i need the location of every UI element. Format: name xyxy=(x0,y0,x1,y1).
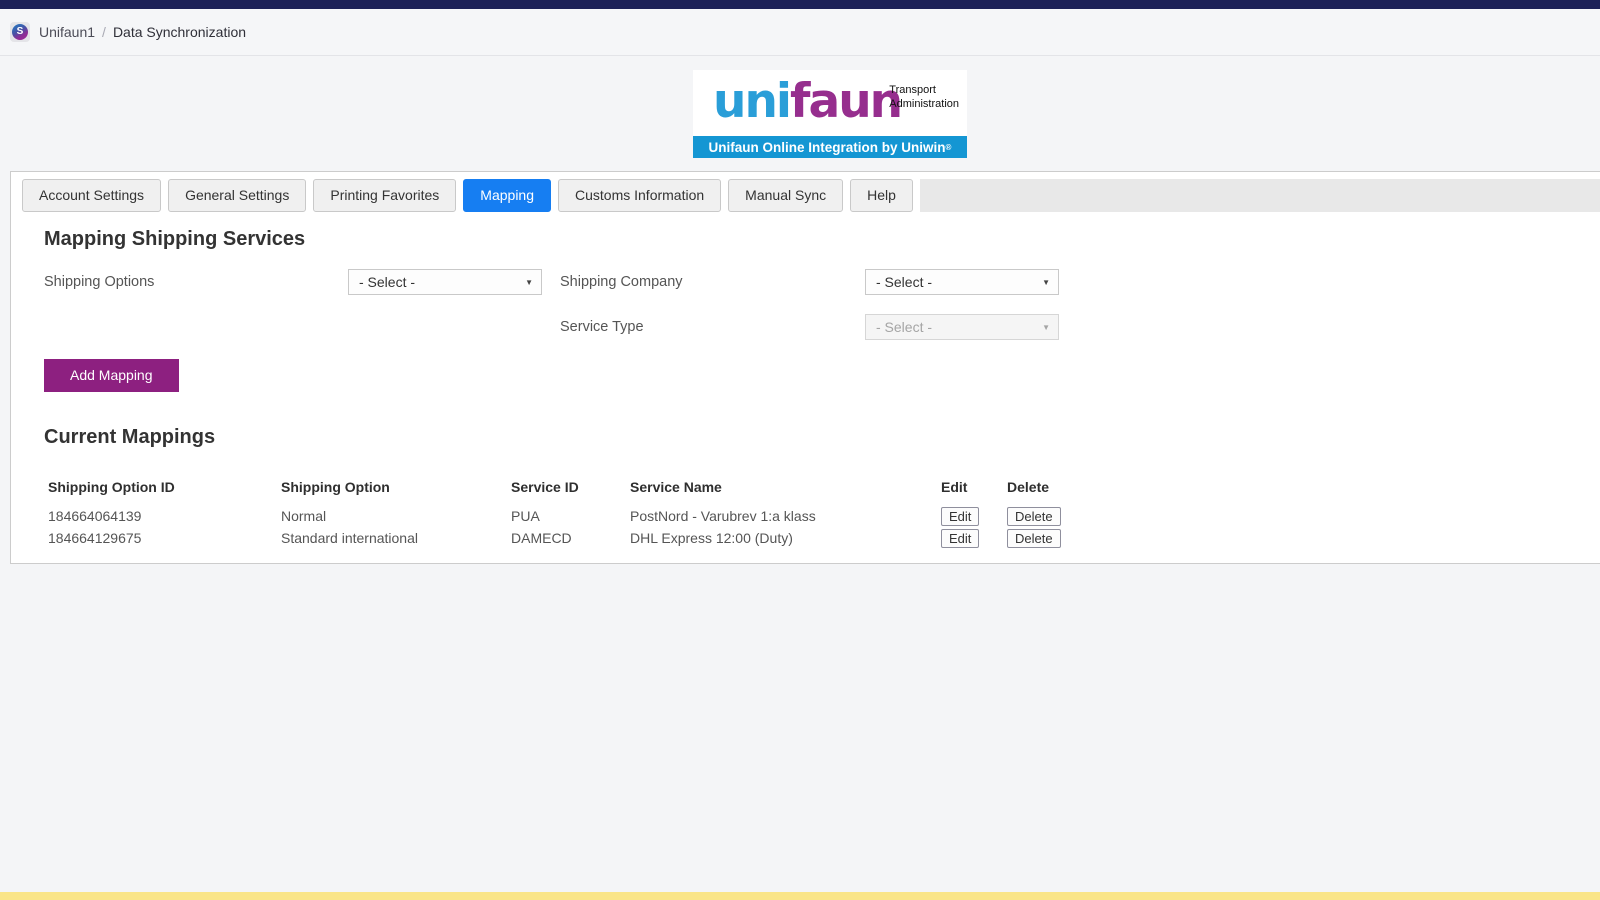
service-type-select: - Select - ▼ xyxy=(865,314,1059,340)
edit-button[interactable]: Edit xyxy=(941,506,980,526)
col-edit: Edit xyxy=(941,479,968,495)
tab-help[interactable]: Help xyxy=(850,179,913,212)
shipping-company-select[interactable]: - Select - ▼ xyxy=(865,269,1059,295)
unifaun-logo-top: unifaun Transport Administration xyxy=(693,70,967,136)
shipping-options-value: - Select - xyxy=(359,274,416,290)
cell-service-id: DAMECD xyxy=(511,530,572,546)
tab-mapping[interactable]: Mapping xyxy=(463,179,551,212)
cell-shipping-option: Standard international xyxy=(281,530,418,546)
edit-button[interactable]: Edit xyxy=(941,528,980,548)
chevron-down-icon: ▼ xyxy=(1042,277,1050,287)
footer-yellow-bar xyxy=(0,892,1600,900)
col-service-id: Service ID xyxy=(511,479,579,495)
cell-service-name: DHL Express 12:00 (Duty) xyxy=(630,530,793,546)
tab-customs-information[interactable]: Customs Information xyxy=(558,179,722,212)
page-title: Mapping Shipping Services xyxy=(44,228,306,250)
main-panel: Account Settings General Settings Printi… xyxy=(10,171,1600,564)
unifaun-logo: unifaun Transport Administration Unifaun… xyxy=(693,70,967,158)
chevron-down-icon: ▼ xyxy=(1042,322,1050,332)
cell-shipping-option-id: 184664064139 xyxy=(48,508,142,524)
service-type-label: Service Type xyxy=(560,319,644,335)
shipping-company-label: Shipping Company xyxy=(560,274,683,290)
wordmark-uni: uni xyxy=(713,74,792,129)
current-mappings-title: Current Mappings xyxy=(44,426,216,448)
cell-service-name: PostNord - Varubrev 1:a klass xyxy=(630,508,816,524)
table-row: 184664129675 Standard international DAME… xyxy=(48,527,1600,549)
shipping-options-label: Shipping Options xyxy=(44,274,155,290)
shipping-company-value: - Select - xyxy=(876,274,933,290)
logo-tagline: Transport Administration xyxy=(889,83,959,112)
tagline-line1: Transport xyxy=(889,84,936,96)
shipping-options-select[interactable]: - Select - ▼ xyxy=(348,269,542,295)
breadcrumb-separator: / xyxy=(102,24,106,40)
tab-bar: Account Settings General Settings Printi… xyxy=(11,172,1600,212)
table-header-row: Shipping Option ID Shipping Option Servi… xyxy=(48,475,1600,499)
col-shipping-option-id: Shipping Option ID xyxy=(48,479,175,495)
cell-shipping-option-id: 184664129675 xyxy=(48,530,142,546)
mapping-content: Mapping Shipping Services Shipping Optio… xyxy=(11,228,1600,563)
tab-bar-filler xyxy=(919,179,1600,212)
tab-manual-sync[interactable]: Manual Sync xyxy=(728,179,844,212)
chevron-down-icon: ▼ xyxy=(525,277,533,287)
unifaun-orb-icon: S xyxy=(12,24,28,40)
app-logo-icon[interactable]: S xyxy=(10,22,30,42)
col-delete: Delete xyxy=(1007,479,1050,495)
logo-banner-strip: Unifaun Online Integration by Uniwin ® xyxy=(693,136,967,158)
tagline-line2: Administration xyxy=(889,98,959,111)
breadcrumb-app[interactable]: Unifaun1 xyxy=(39,24,95,40)
mapping-form: Shipping Options - Select - ▼ Shipping C… xyxy=(44,269,1600,340)
unifaun-wordmark: unifaun xyxy=(713,74,903,129)
tab-account-settings[interactable]: Account Settings xyxy=(22,179,162,212)
wordmark-faun: faun xyxy=(790,74,903,129)
col-service-name: Service Name xyxy=(630,479,722,495)
banner-text: Unifaun Online Integration by Uniwin xyxy=(708,139,946,155)
tab-general-settings[interactable]: General Settings xyxy=(168,179,307,212)
cell-service-id: PUA xyxy=(511,508,540,524)
banner-registered-mark: ® xyxy=(945,142,952,152)
breadcrumb-page: Data Synchronization xyxy=(112,24,247,40)
col-shipping-option: Shipping Option xyxy=(281,479,390,495)
delete-button[interactable]: Delete xyxy=(1007,506,1061,526)
service-type-value: - Select - xyxy=(876,319,933,335)
breadcrumb: S Unifaun1 / Data Synchronization xyxy=(0,9,1600,56)
delete-button[interactable]: Delete xyxy=(1007,528,1061,548)
mappings-table: Shipping Option ID Shipping Option Servi… xyxy=(48,475,1600,549)
add-mapping-button[interactable]: Add Mapping xyxy=(44,359,179,392)
cell-shipping-option: Normal xyxy=(281,508,327,524)
top-navy-bar xyxy=(0,0,1600,9)
table-row: 184664064139 Normal PUA PostNord - Varub… xyxy=(48,505,1600,527)
tab-printing-favorites[interactable]: Printing Favorites xyxy=(313,179,457,212)
